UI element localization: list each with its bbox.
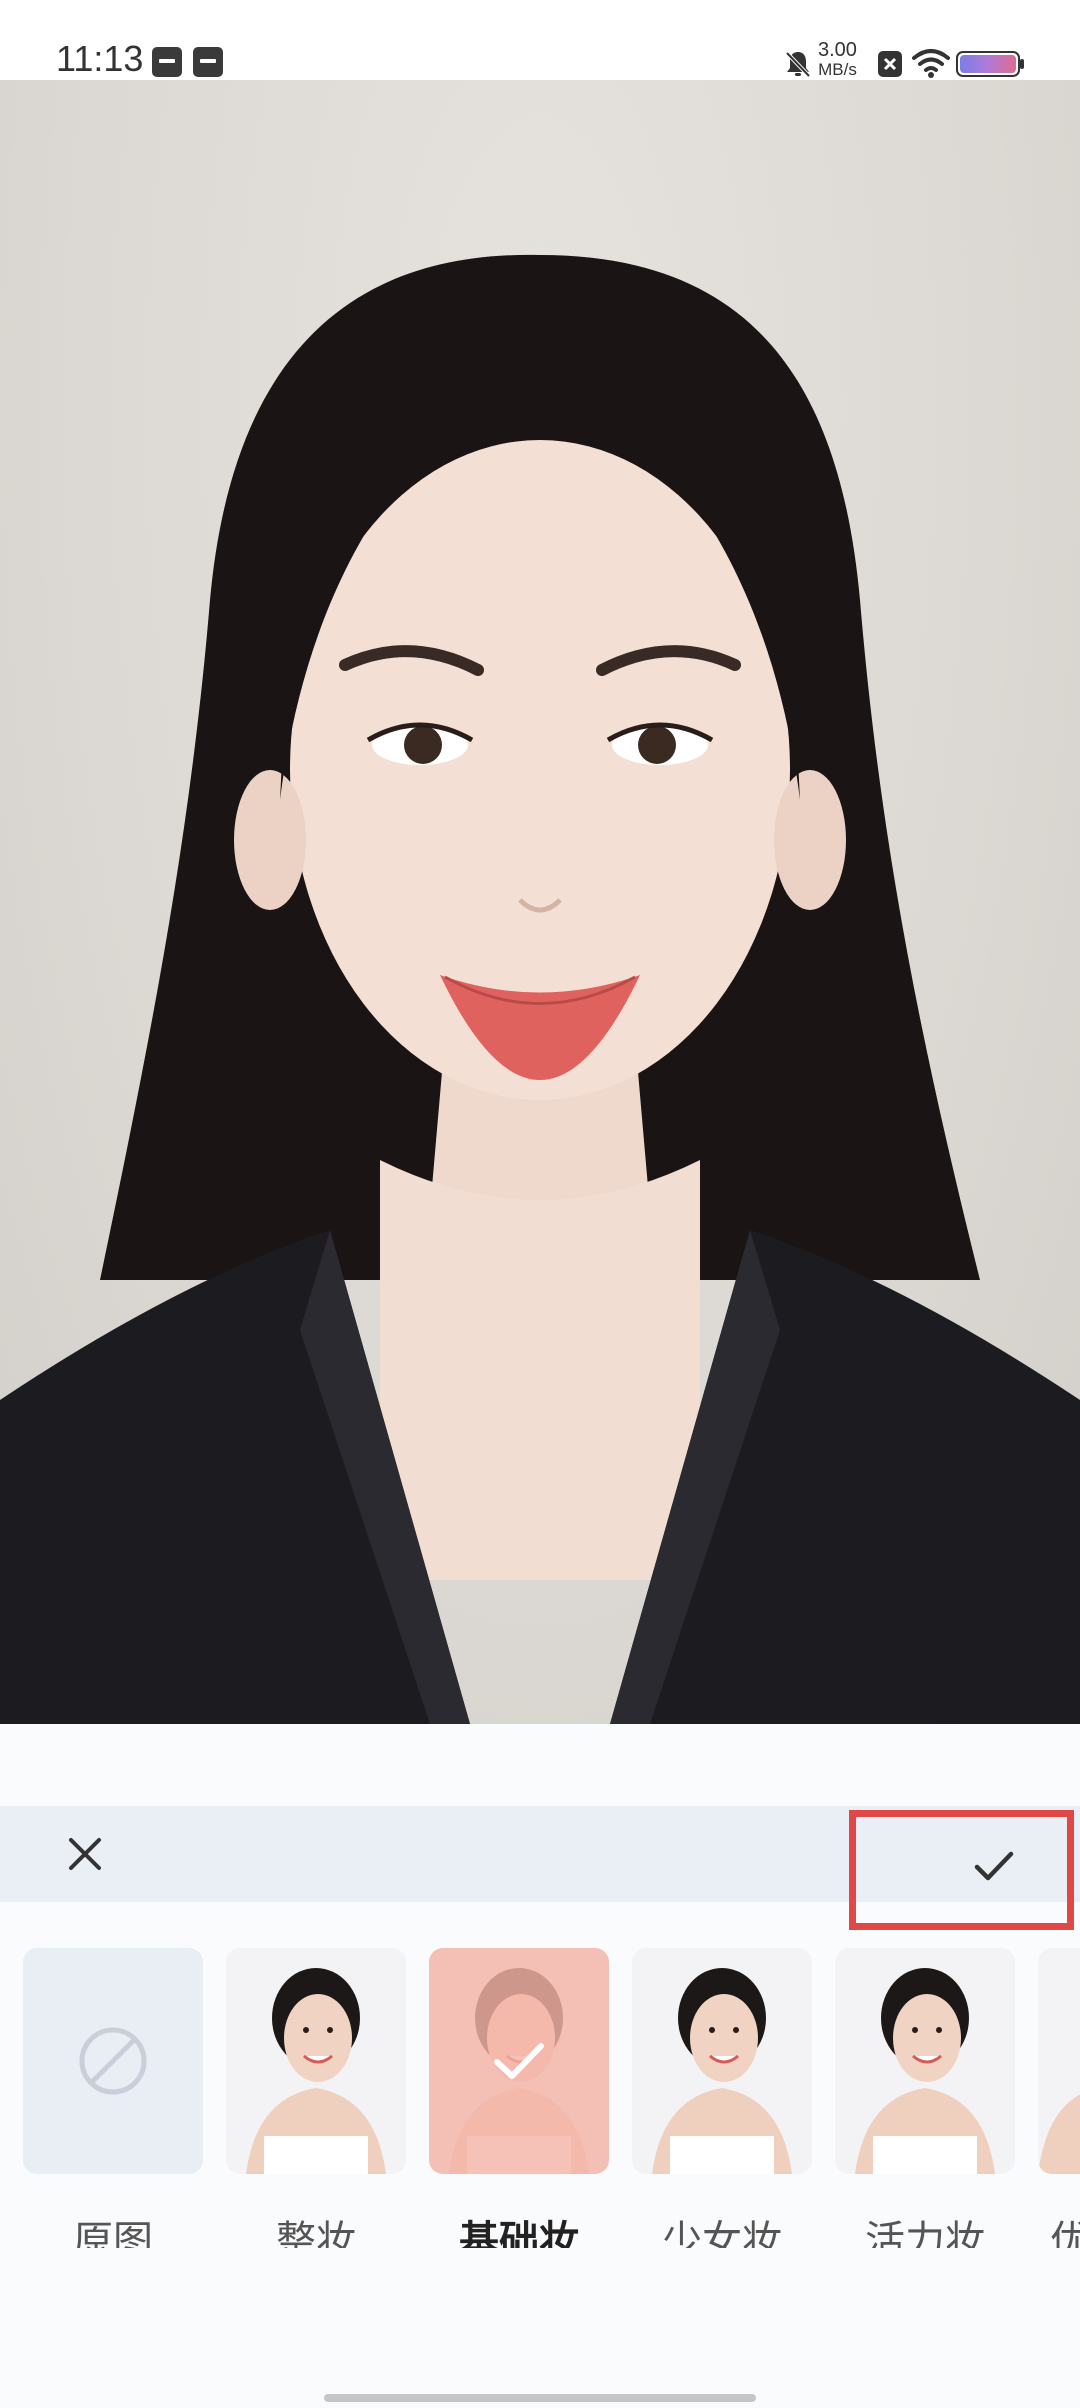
close-icon [69, 1838, 101, 1870]
status-bar: 11:13 3.00 MB/s [0, 0, 1080, 80]
wifi-icon [912, 49, 950, 78]
style-label: 原图 [73, 2218, 153, 2248]
confirm-button[interactable] [849, 1810, 1074, 1930]
check-icon [974, 1851, 1014, 1881]
style-label: 优 [1050, 2218, 1080, 2248]
app-notification-icon [193, 47, 223, 77]
none-icon [79, 2027, 147, 2095]
makeup-style-list: 原图 整妆 基础妆 少女妆 活力妆 优 [0, 1948, 1080, 2248]
network-speed-value: 3.00 [818, 39, 857, 61]
style-thumb [23, 1948, 203, 2174]
model-photo [1038, 1948, 1080, 2174]
model-photo [632, 1948, 812, 2174]
mute-bell-icon [785, 51, 811, 78]
app-notification-icon [152, 47, 182, 77]
sim-x-icon [878, 51, 902, 77]
model-photo [835, 1948, 1015, 2174]
selected-check-icon [494, 2043, 544, 2079]
style-thumb [835, 1948, 1015, 2174]
style-thumb [1038, 1948, 1080, 2174]
style-label: 基础妆 [459, 2218, 579, 2248]
portrait-photo [0, 254, 1080, 1724]
battery-icon [956, 51, 1024, 77]
model-photo [226, 1948, 406, 2174]
style-label: 整妆 [276, 2218, 356, 2248]
style-thumb [632, 1948, 812, 2174]
network-speed: 3.00 MB/s [818, 40, 857, 80]
home-indicator[interactable] [324, 2394, 756, 2402]
close-button[interactable] [45, 1816, 125, 1892]
style-thumb [429, 1948, 609, 2174]
style-label: 活力妆 [865, 2218, 985, 2248]
photo-preview [0, 80, 1080, 1724]
style-thumb [226, 1948, 406, 2174]
status-time: 11:13 [56, 38, 144, 79]
network-speed-unit: MB/s [818, 60, 857, 79]
style-label: 少女妆 [662, 2218, 782, 2248]
